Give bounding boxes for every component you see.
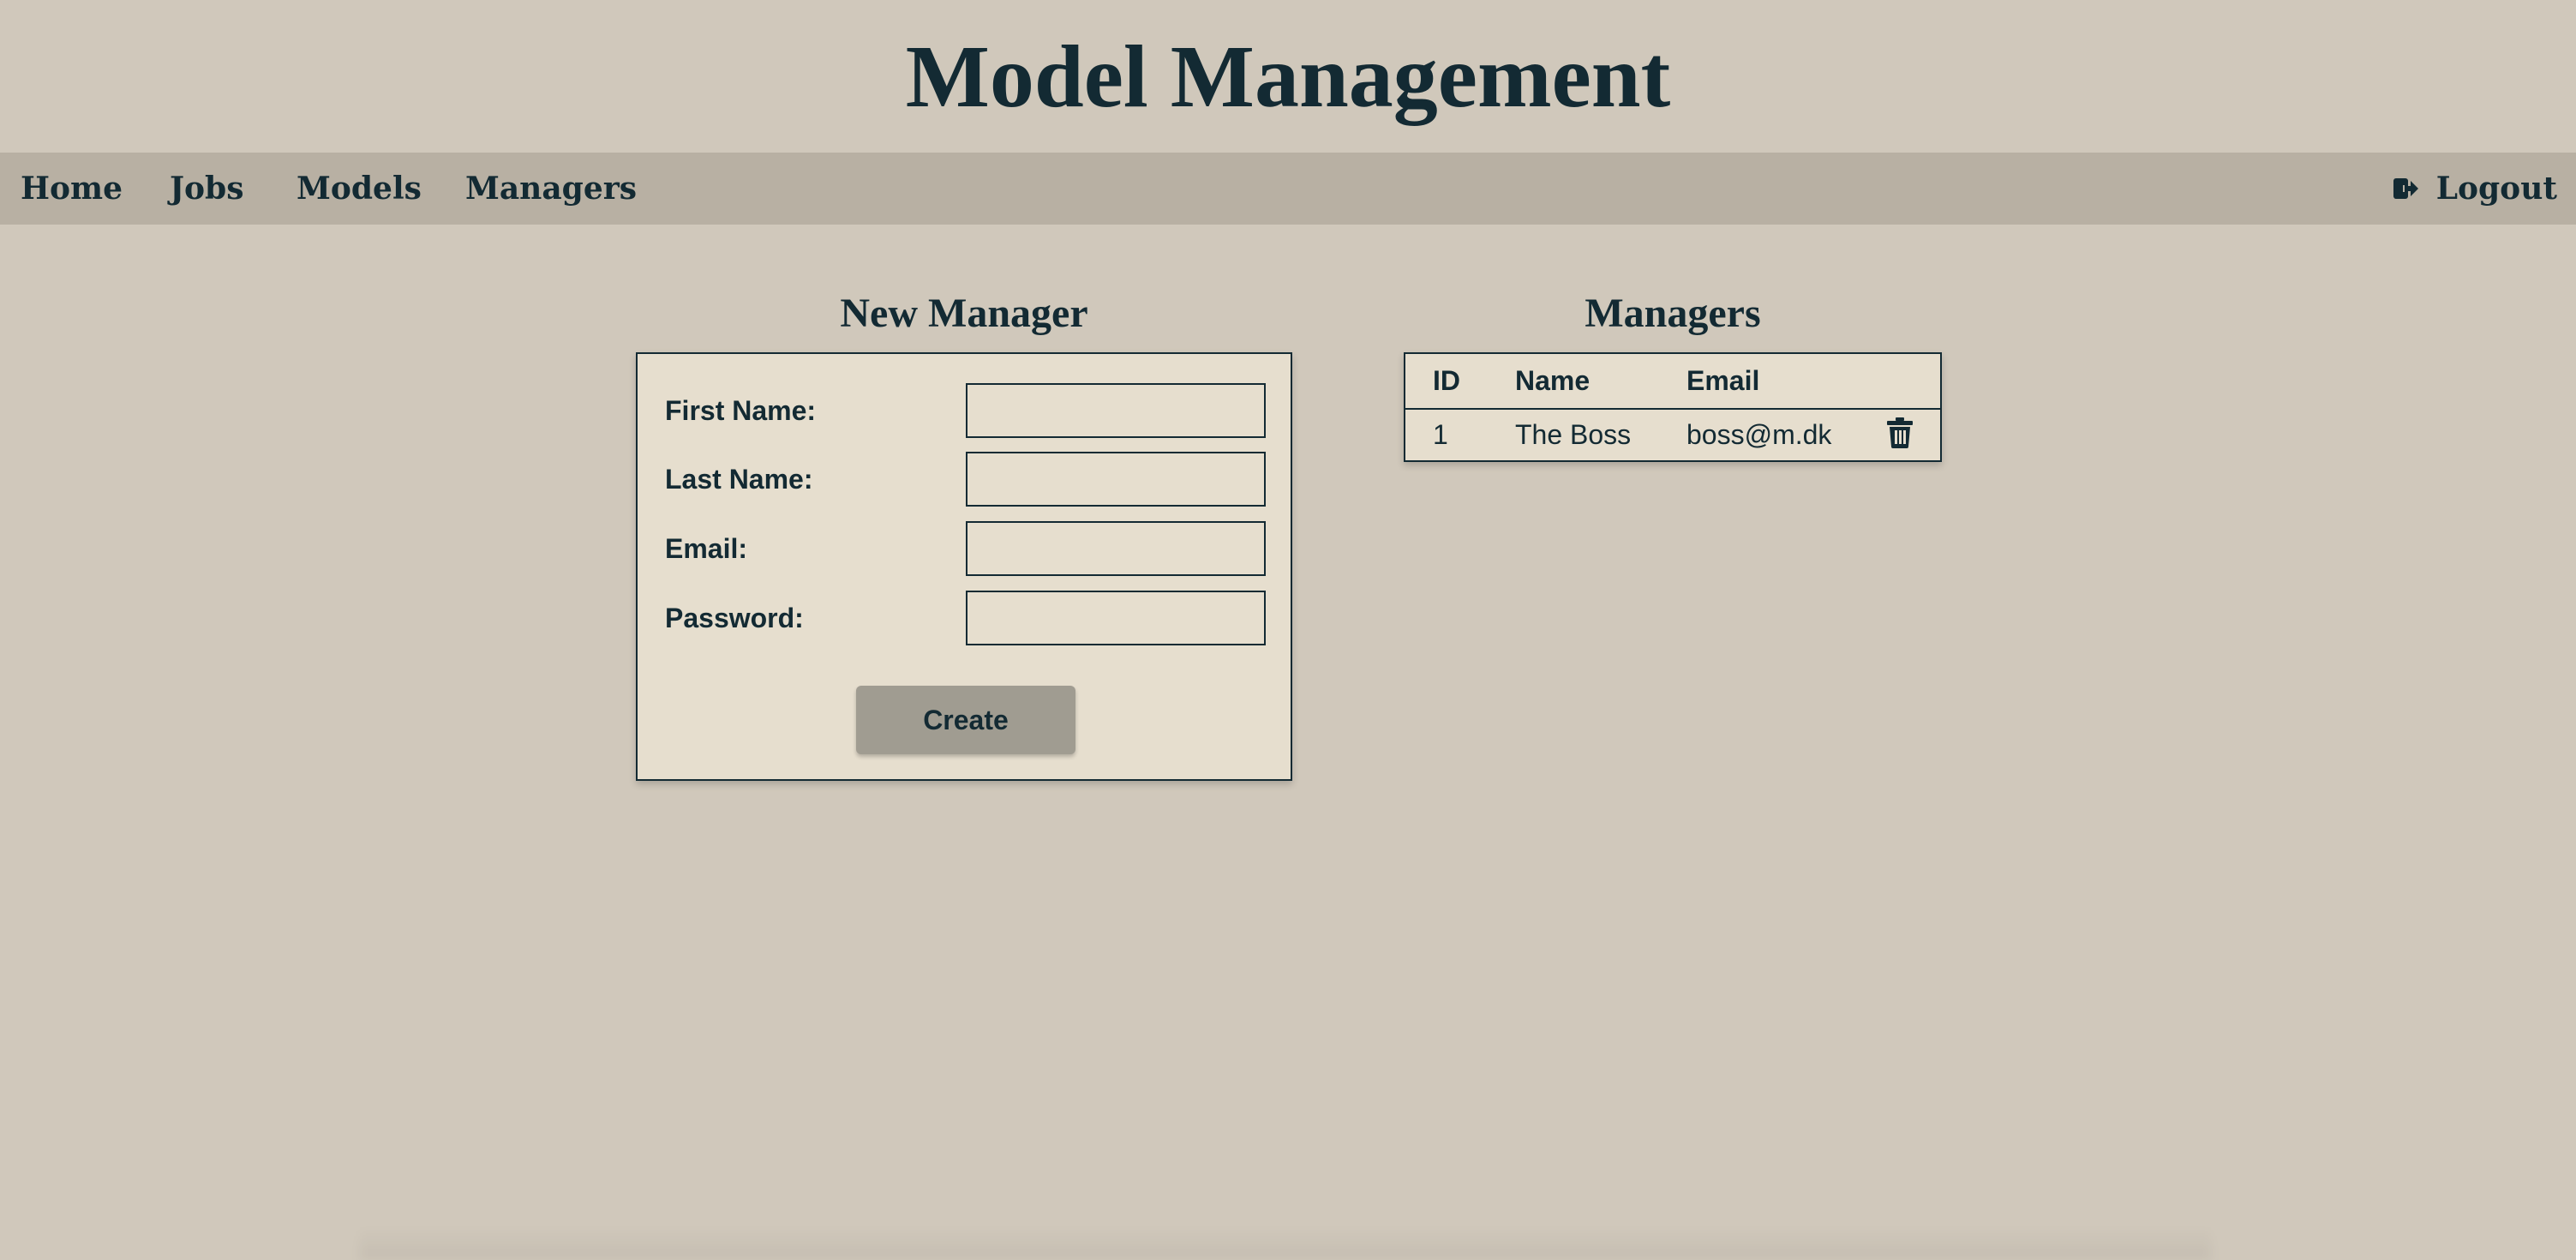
cell-id: 1 <box>1433 419 1448 450</box>
create-button[interactable]: Create <box>856 686 1075 754</box>
delete-manager-button[interactable] <box>1887 410 1913 460</box>
cell-name: The Boss <box>1515 419 1632 450</box>
column-header-id: ID <box>1433 365 1460 396</box>
new-manager-form: First Name: Last Name: Email: Password: … <box>636 352 1292 781</box>
cell-email: boss@m.dk <box>1686 419 1832 450</box>
trash-icon <box>1887 417 1913 453</box>
table-row: 1 The Boss boss@m.dk <box>1405 410 1940 460</box>
navbar: Home Jobs Models Managers Logout <box>0 153 2576 225</box>
last-name-label: Last Name: <box>665 464 813 495</box>
column-header-name: Name <box>1515 365 1591 396</box>
nav-item-home[interactable]: Home <box>21 153 123 225</box>
first-name-input[interactable] <box>966 383 1266 438</box>
logout-icon <box>2392 175 2419 202</box>
bottom-shadow <box>360 1227 2211 1260</box>
password-input[interactable] <box>966 591 1266 645</box>
nav-item-models[interactable]: Models <box>297 153 422 225</box>
app-title: Model Management <box>905 27 1671 126</box>
email-label: Email: <box>665 533 748 564</box>
password-label: Password: <box>665 603 804 633</box>
managers-title: Managers <box>1585 291 1761 336</box>
first-name-label: First Name: <box>665 395 817 426</box>
table-header-row: ID Name Email <box>1405 354 1940 410</box>
managers-table: ID Name Email 1 The Boss boss@m.dk <box>1404 352 1942 462</box>
nav-item-managers[interactable]: Managers <box>465 153 637 225</box>
logout-label: Logout <box>2435 171 2557 207</box>
email-input[interactable] <box>966 521 1266 576</box>
logout-button[interactable]: Logout <box>2392 153 2557 225</box>
column-header-email: Email <box>1686 365 1760 396</box>
new-manager-title: New Manager <box>840 291 1088 336</box>
last-name-input[interactable] <box>966 452 1266 507</box>
nav-item-jobs[interactable]: Jobs <box>170 153 243 225</box>
